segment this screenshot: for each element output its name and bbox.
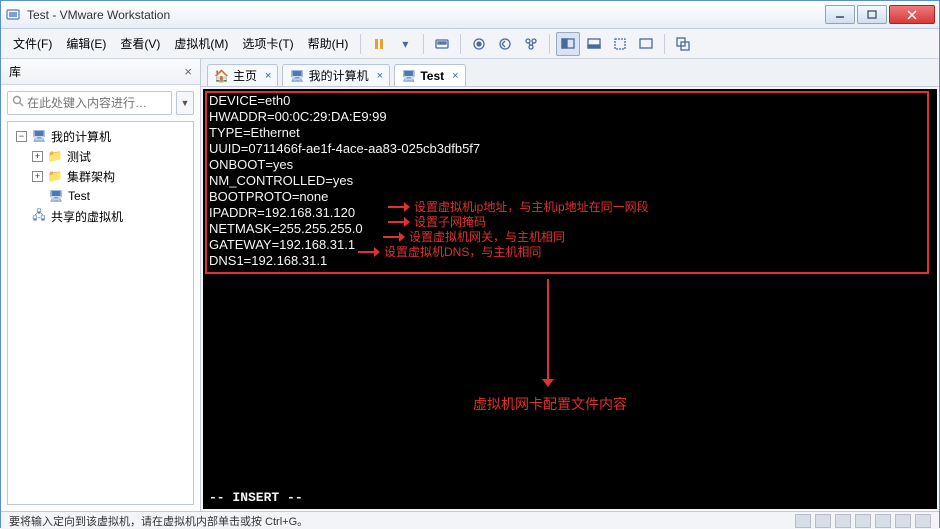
status-text: 要将输入定向到该虚拟机，请在虚拟机内部单击或按 Ctrl+G。 <box>9 513 308 529</box>
tree-label: Test <box>68 189 90 203</box>
pause-icon[interactable] <box>367 32 391 56</box>
arrow-right-icon <box>383 233 405 241</box>
sidebar: 库 × ▼ − 🖥 我的计算机 + 📁 测试 <box>1 59 201 511</box>
menu-tabs[interactable]: 选项卡(T) <box>236 31 299 56</box>
search-input-box[interactable] <box>7 91 172 115</box>
menu-edit[interactable]: 编辑(E) <box>60 31 112 56</box>
separator <box>360 34 361 54</box>
tab-row: 🏠 主页 × 🖥 我的计算机 × 🖥 Test × <box>201 59 939 87</box>
device-icon[interactable] <box>835 514 851 528</box>
search-input[interactable] <box>27 96 167 110</box>
shared-icon: 🖧 <box>31 208 47 224</box>
tab-home[interactable]: 🏠 主页 × <box>207 64 278 86</box>
menubar: 文件(F) 编辑(E) 查看(V) 虚拟机(M) 选项卡(T) 帮助(H) ▾ <box>1 29 939 59</box>
device-icon[interactable] <box>915 514 931 528</box>
annotation-dns: 设置虚拟机DNS，与主机相同 <box>358 243 541 260</box>
tree-vm-test[interactable]: 🖥 Test <box>10 186 191 206</box>
search-dropdown-button[interactable]: ▼ <box>176 91 194 115</box>
minimize-button[interactable] <box>825 5 855 24</box>
main-area: 🏠 主页 × 🖥 我的计算机 × 🖥 Test × DEVICE=eth0 HW… <box>201 59 939 511</box>
vm-icon: 🖥 <box>401 69 416 83</box>
sidebar-close-icon[interactable]: × <box>184 64 192 79</box>
tree-folder-cluster[interactable]: + 📁 集群架构 <box>10 166 191 186</box>
vim-mode-line: -- INSERT -- <box>209 490 303 505</box>
sidebar-title: 库 <box>9 63 21 80</box>
sidebar-header: 库 × <box>1 59 200 85</box>
tab-close-icon[interactable]: × <box>452 70 458 82</box>
tree-label: 共享的虚拟机 <box>51 208 123 225</box>
tab-mycomputer[interactable]: 🖥 我的计算机 × <box>282 64 390 86</box>
tab-close-icon[interactable]: × <box>265 70 271 82</box>
device-icon[interactable] <box>895 514 911 528</box>
terminal[interactable]: DEVICE=eth0 HWADDR=00:0C:29:DA:E9:99 TYP… <box>203 89 937 509</box>
window-buttons <box>823 5 935 24</box>
tab-label: Test <box>420 69 444 83</box>
tab-close-icon[interactable]: × <box>377 70 383 82</box>
device-icon[interactable] <box>875 514 891 528</box>
view-thumbnail-icon[interactable] <box>582 32 606 56</box>
tree-root[interactable]: − 🖥 我的计算机 <box>10 126 191 146</box>
menu-file[interactable]: 文件(F) <box>7 31 58 56</box>
menu-help[interactable]: 帮助(H) <box>302 31 355 56</box>
dropdown-icon[interactable]: ▾ <box>393 32 417 56</box>
tree-label: 集群架构 <box>67 168 115 185</box>
menu-view[interactable]: 查看(V) <box>114 31 166 56</box>
snapshot-icon[interactable] <box>467 32 491 56</box>
view-console-icon[interactable] <box>556 32 580 56</box>
fullscreen-icon[interactable] <box>634 32 658 56</box>
vm-icon: 🖥 <box>48 188 64 204</box>
search-icon <box>12 94 24 112</box>
tree-folder-test[interactable]: + 📁 测试 <box>10 146 191 166</box>
separator <box>460 34 461 54</box>
revert-icon[interactable] <box>493 32 517 56</box>
home-icon: 🏠 <box>214 69 229 83</box>
statusbar: 要将输入定向到该虚拟机，请在虚拟机内部单击或按 Ctrl+G。 <box>1 511 939 529</box>
menu-vm[interactable]: 虚拟机(M) <box>168 31 234 56</box>
folder-icon: 📁 <box>47 148 63 164</box>
tree-label: 测试 <box>67 148 91 165</box>
arrow-down-icon <box>543 279 553 389</box>
close-button[interactable] <box>889 5 935 24</box>
expand-icon[interactable]: + <box>32 171 43 182</box>
computer-icon: 🖥 <box>289 69 304 83</box>
send-keys-icon[interactable] <box>430 32 454 56</box>
expand-icon[interactable]: + <box>32 151 43 162</box>
status-device-icons <box>795 514 931 528</box>
tab-test[interactable]: 🖥 Test × <box>394 64 465 86</box>
tree: − 🖥 我的计算机 + 📁 测试 + 📁 集群架构 🖥 Test 🖧 <box>7 121 194 505</box>
tree-label: 我的计算机 <box>51 128 111 145</box>
folder-icon: 📁 <box>47 168 63 184</box>
arrow-right-icon <box>358 248 380 256</box>
manage-snapshot-icon[interactable] <box>519 32 543 56</box>
unity-icon[interactable] <box>671 32 695 56</box>
device-icon[interactable] <box>795 514 811 528</box>
separator <box>549 34 550 54</box>
annotation-bottom: 虚拟机网卡配置文件内容 <box>473 394 627 414</box>
separator <box>423 34 424 54</box>
computer-icon: 🖥 <box>31 128 47 144</box>
device-icon[interactable] <box>815 514 831 528</box>
device-icon[interactable] <box>855 514 871 528</box>
tab-label: 我的计算机 <box>309 67 369 84</box>
tab-label: 主页 <box>233 67 257 84</box>
collapse-icon[interactable]: − <box>16 131 27 142</box>
stretch-icon[interactable] <box>608 32 632 56</box>
separator <box>664 34 665 54</box>
maximize-button[interactable] <box>857 5 887 24</box>
arrow-right-icon <box>388 203 410 211</box>
arrow-right-icon <box>388 218 410 226</box>
tree-shared[interactable]: 🖧 共享的虚拟机 <box>10 206 191 226</box>
titlebar: Test - VMware Workstation <box>1 1 939 29</box>
window-title: Test - VMware Workstation <box>27 8 823 22</box>
app-icon <box>5 7 21 23</box>
